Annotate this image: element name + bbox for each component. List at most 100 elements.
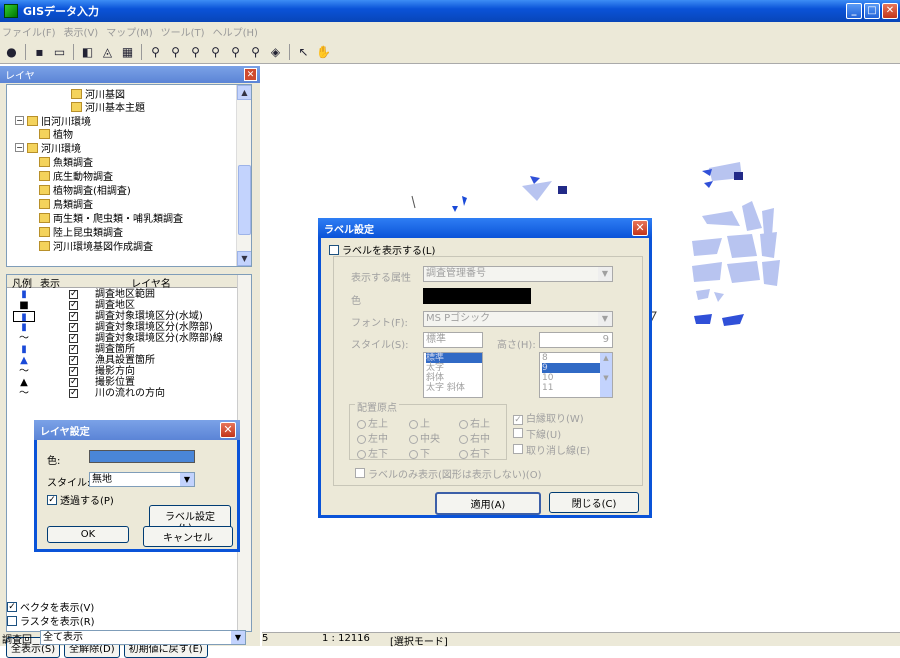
menu-view[interactable]: 表示(V) (64, 24, 99, 39)
survey-select[interactable]: 全て表示 ▼ (40, 630, 246, 645)
show-raster-checkbox[interactable] (7, 615, 17, 626)
tree-item[interactable]: 河川環境基図作成調査 (39, 239, 153, 253)
radio-icon[interactable] (409, 434, 418, 444)
origin-center[interactable]: 中央 (409, 430, 440, 445)
transparent-checkbox[interactable]: ✓ (47, 494, 57, 505)
layer-row[interactable]: ■ ✓ 調査地区 (7, 300, 239, 311)
style-option[interactable]: 斜体 (426, 373, 482, 383)
tree-item[interactable]: − 河川環境 (15, 141, 81, 155)
apply-button[interactable]: 適用(A) (435, 492, 541, 515)
font-height-field[interactable]: 9 (539, 332, 613, 348)
layer-row[interactable]: 〜 ✓ 撮影方向 (7, 366, 239, 377)
print-icon[interactable]: ▭ (51, 43, 68, 60)
radio-icon[interactable] (459, 449, 468, 459)
font-size-list[interactable]: 8 9 10 11 ▲ ▼ (539, 352, 613, 398)
style-option[interactable]: 太字 斜体 (426, 383, 482, 393)
label-only-checkbox[interactable] (355, 468, 365, 478)
underline-checkbox[interactable] (513, 428, 523, 438)
tree-scrollbar[interactable]: ▲ ▼ (236, 85, 251, 266)
layer-visible-checkbox[interactable]: ✓ (69, 290, 78, 299)
show-vector-checkbox[interactable]: ✓ (7, 601, 17, 612)
tree-item[interactable]: 植物調査(相調査) (39, 183, 131, 197)
maximize-button[interactable]: □ (864, 3, 880, 19)
origin-mid-right[interactable]: 右中 (459, 430, 490, 445)
layer-visible-checkbox[interactable]: ✓ (69, 367, 78, 376)
show-label-option[interactable]: ラベルを表示する(L) (329, 242, 435, 257)
tree-item[interactable]: 鳥類調査 (39, 197, 93, 211)
close-button[interactable]: ✕ (882, 3, 898, 19)
origin-bottom[interactable]: 下 (409, 445, 430, 460)
underline-option[interactable]: 下線(U) (513, 426, 561, 441)
layer-visible-checkbox[interactable]: ✓ (69, 301, 78, 310)
pan-hand-icon[interactable]: ✋ (315, 43, 332, 60)
scroll-up-icon[interactable]: ▲ (237, 85, 251, 100)
radio-icon[interactable] (357, 449, 366, 459)
save-icon[interactable]: ▪ (31, 43, 48, 60)
layer-row[interactable]: ▲ ✓ 撮影位置 (7, 377, 239, 388)
radio-icon[interactable] (459, 419, 468, 429)
layer-row[interactable]: ▮ ✓ 調査地区範囲 (7, 289, 239, 300)
zoom-box-out-icon[interactable]: ⚲ (207, 43, 224, 60)
layer-row[interactable]: ▮ ✓ 調査対象環境区分(水際部) (7, 322, 239, 333)
layer-row[interactable]: 〜 ✓ 川の流れの方向 (7, 388, 239, 399)
full-extent-icon[interactable]: ◈ (267, 43, 284, 60)
zoom-out-icon[interactable]: ⚲ (167, 43, 184, 60)
origin-top-left[interactable]: 左上 (357, 415, 388, 430)
tree-item[interactable]: 両生類・爬虫類・哺乳類調査 (39, 211, 183, 225)
transparent-option[interactable]: ✓ 透過する(P) (47, 492, 114, 507)
strikeout-option[interactable]: 取り消し線(E) (513, 442, 590, 457)
layer-visible-checkbox[interactable]: ✓ (69, 312, 78, 321)
font-style-field[interactable]: 標準 (423, 332, 483, 348)
tree-item[interactable]: 底生動物調査 (39, 169, 113, 183)
chevron-down-icon[interactable]: ▼ (598, 267, 612, 281)
cancel-button[interactable]: キャンセル (143, 526, 233, 547)
layer-visible-checkbox[interactable]: ✓ (69, 334, 78, 343)
chevron-down-icon[interactable]: ▼ (180, 473, 194, 486)
layer-visible-checkbox[interactable]: ✓ (69, 323, 78, 332)
font-select[interactable]: MS Pゴシック ▼ (423, 311, 613, 327)
minimize-button[interactable]: _ (846, 3, 862, 19)
lock-icon[interactable]: ◬ (99, 43, 116, 60)
collapse-icon[interactable]: − (15, 116, 24, 125)
layer-row[interactable]: ▮ ✓ 調査箇所 (7, 344, 239, 355)
layer-settings-close-icon[interactable]: ✕ (220, 422, 236, 438)
show-label-checkbox[interactable] (329, 244, 339, 255)
attr-select[interactable]: 調査管理番号 ▼ (423, 266, 613, 282)
close-dialog-button[interactable]: 閉じる(C) (549, 492, 639, 513)
tree-item[interactable]: 植物 (39, 127, 73, 141)
layer-visible-checkbox[interactable]: ✓ (69, 378, 78, 387)
origin-bottom-left[interactable]: 左下 (357, 445, 388, 460)
radio-icon[interactable] (357, 434, 366, 444)
zoom-next-icon[interactable]: ⚲ (247, 43, 264, 60)
layer-row[interactable]: ▮ ✓ 調査対象環境区分(水域) (7, 311, 239, 323)
font-style-list[interactable]: 標準 太字 斜体 太字 斜体 (423, 352, 483, 398)
layer-visible-checkbox[interactable]: ✓ (69, 389, 78, 398)
layers-icon[interactable]: ◧ (79, 43, 96, 60)
menu-tools[interactable]: ツール(T) (161, 24, 205, 39)
radio-icon[interactable] (409, 419, 418, 429)
zoom-prev-icon[interactable]: ⚲ (227, 43, 244, 60)
radio-icon[interactable] (409, 449, 418, 459)
label-color-swatch[interactable] (423, 288, 531, 304)
radio-icon[interactable] (357, 419, 366, 429)
chevron-down-icon[interactable]: ▼ (231, 631, 245, 644)
layer-row[interactable]: ▲ ✓ 漁具設置箇所 (7, 355, 239, 366)
label-settings-close-icon[interactable]: ✕ (632, 220, 648, 236)
select-arrow-icon[interactable]: ↖ (295, 43, 312, 60)
style-option[interactable]: 標準 (426, 353, 482, 363)
scroll-down-icon[interactable]: ▼ (237, 251, 251, 266)
size-list-scrollbar[interactable]: ▲ ▼ (600, 353, 612, 397)
color-swatch[interactable] (89, 450, 195, 463)
layer-visible-checkbox[interactable]: ✓ (69, 356, 78, 365)
outline-option[interactable]: ✓ 白縁取り(W) (513, 410, 584, 425)
layer-visible-checkbox[interactable]: ✓ (69, 345, 78, 354)
zoom-in-icon[interactable]: ⚲ (147, 43, 164, 60)
layer-panel-close-icon[interactable]: ✕ (244, 68, 257, 81)
menu-file[interactable]: ファイル(F) (2, 24, 56, 39)
scroll-thumb[interactable] (238, 165, 251, 235)
tree-item[interactable]: 河川基本主題 (71, 100, 145, 114)
radio-icon[interactable] (459, 434, 468, 444)
style-select[interactable]: 無地 ▼ (89, 472, 195, 487)
origin-bottom-right[interactable]: 右下 (459, 445, 490, 460)
style-option[interactable]: 太字 (426, 363, 482, 373)
